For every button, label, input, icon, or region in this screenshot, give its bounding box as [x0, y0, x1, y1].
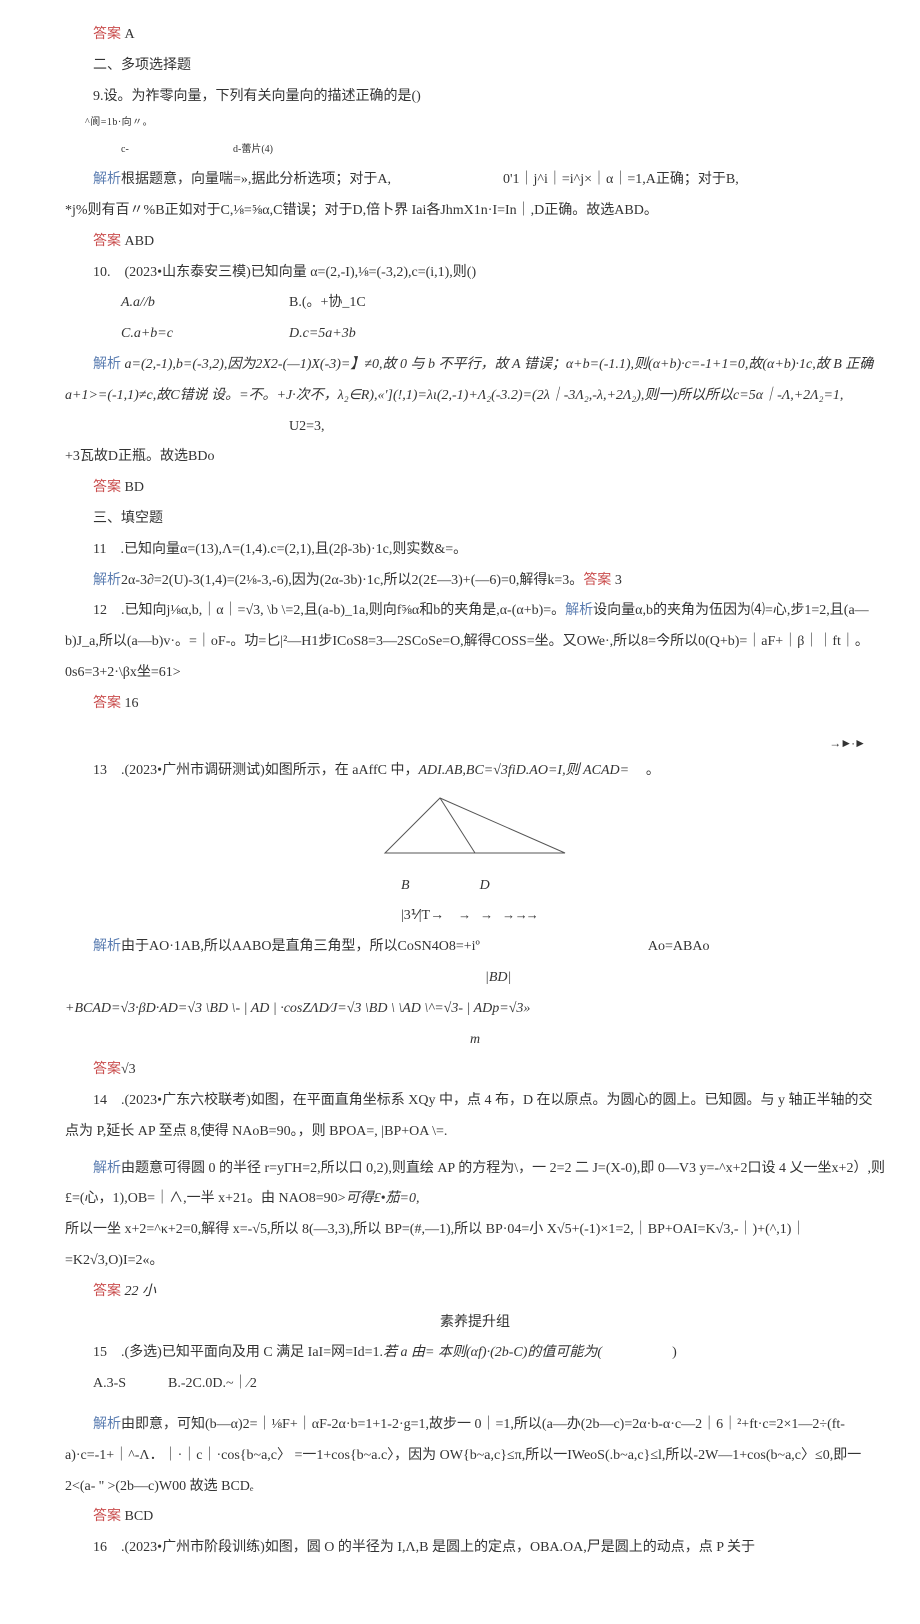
q14-mid: 可得£•茄=0, [346, 1191, 420, 1206]
section-heading: 二、多项选择题 [65, 51, 885, 82]
answer-label: 答案 [93, 480, 121, 495]
answer-label: 答案 [93, 27, 121, 42]
q15-stem-a: 15 .(多选)已知平面向及用 C 满足 IaI=网=Id=1. [93, 1345, 383, 1360]
answer-label: 答案 [583, 573, 611, 588]
jx-label: 解析 [565, 603, 593, 618]
q9-stem: 9.设。为祚零向量，下列有关向量向的描述正确的是() [65, 82, 885, 113]
q15-jx: 由即意，可知(b—α)2=｜⅛F+｜αF-2α·b=1+1-2·g=1,故步一 … [65, 1417, 861, 1494]
answer-text: BCD [125, 1509, 154, 1524]
q15-stem-c: ) [672, 1345, 677, 1360]
q9-jx3: *j%则有百〃%B正如对于C,⅛=⅝α,C错误；对于D,倍卜界 Iai各JhmX… [65, 196, 885, 227]
jx-label: 解析 [93, 357, 121, 372]
q15-stem-b: 若 a 由= 本则(αf)·(2b-C)的值可能为( [383, 1345, 602, 1360]
q9-optC: c- [93, 139, 233, 161]
fig-label-D: D [480, 878, 490, 893]
q14-jx1: 由题意可得圆 0 的半径 r=yΓH=2,所以口 0,2),则直绘 AP 的方程… [65, 1161, 885, 1207]
answer-text: 22 小 [125, 1284, 157, 1299]
q12-stem: 12 .已知向j⅛α,b,｜α｜=√3, \b \=2,且(a-b)_1a,则向… [93, 603, 565, 618]
answer-text: A [125, 27, 135, 42]
triangle-figure [65, 793, 885, 871]
q11-stem: 11 .已知向量α=(13),Λ=(1,4).c=(2,1),且(2β-3b)·… [65, 535, 885, 566]
answer-label: 答案 [93, 1509, 121, 1524]
answer-text: 16 [125, 696, 139, 711]
jx-label: 解析 [93, 1161, 121, 1176]
q9-jx2: 0'1｜j^i｜=i^j×｜α｜=1,A正确；对于B, [503, 172, 739, 187]
q16-stem: 16 .(2023•广州市阶段训练)如图，圆 O 的半径为 I,Λ,B 是圆上的… [93, 1540, 755, 1555]
answer-text: √3 [121, 1062, 136, 1077]
q14-jx2: 所以一坐 x+2=^κ+2=0,解得 x=-√5,所以 8(—3,3),所以 B… [65, 1215, 885, 1277]
answer-text: 3 [615, 573, 622, 588]
separator-arrows: →►·► [65, 730, 885, 756]
q13-jx2: +BCAD=√3·βD·AD=√3 \BD \- | AD | ·cosZΛD⁄… [65, 994, 885, 1025]
group-title: 素养提升组 [65, 1308, 885, 1339]
q9-jx1: 根据题意，向量喘=»,据此分析选项；对于A, [121, 172, 391, 187]
q13-jx1: 由于AO·1AB,所以AABO是直角三角型，所以CoSN4O8=+iº [121, 939, 480, 954]
q14-stem: 14 .(2023•广东六校联考)如图，在平面直角坐标系 XQy 中，点 4 布… [65, 1086, 885, 1148]
q10-optB: B.(。+协_1C [289, 295, 366, 310]
jx-label: 解析 [93, 573, 121, 588]
answer-text: BD [125, 480, 144, 495]
q13-stem-c: 。 [646, 763, 660, 778]
q10-jx: a=(2,-1),b=(-3,2),因为2X2-(—1)X(-3)=】≠0,故 … [65, 357, 873, 403]
answer-label: 答案 [93, 696, 121, 711]
jx-label: 解析 [93, 172, 121, 187]
answer-label: 答案 [93, 234, 121, 249]
fig-label-B: B [401, 878, 410, 893]
section-heading: 三、填空题 [65, 504, 885, 535]
q10-jxu: U2=3, [289, 419, 325, 434]
q10-jx2: +3瓦故D正瓶。故选BDo [65, 442, 885, 473]
q13-fracd: |BD| [65, 963, 885, 994]
q13-stem-a: 13 .(2023•广州市调研测试)如图所示，在 aAffC 中， [93, 763, 418, 778]
q15-opts: A.3-S B.-2C.0D.~｜⁄2 [65, 1369, 885, 1400]
answer-label: 答案 [93, 1284, 121, 1299]
q10-optD: D.c=5a+3b [289, 326, 356, 341]
q10-optC: C.a+b=c [93, 319, 289, 350]
q10-stem: 10. (2023•山东泰安三模)已知向量 α=(2,-I),⅛=(-3,2),… [65, 258, 885, 289]
q13-arrows: → → → →→ [458, 907, 537, 922]
jx-label: 解析 [93, 1417, 121, 1432]
q9-optA: ^阆=1b·向〃。 [65, 112, 885, 134]
q13-stem-b: ADI.AB,BC=√3fiD.AO=I,则 ACAD= [418, 763, 629, 778]
answer-label: 答案 [93, 1062, 121, 1077]
q13-m: m [65, 1025, 885, 1056]
q11-jx: 2α-3∂=2(U)-3(1,4)=(2⅛-3,-6),因为(2α-3b)·1c… [121, 573, 583, 588]
q13-aoabao: Ao=ABAo [648, 939, 710, 954]
q10-optA: A.a//b [93, 288, 289, 319]
q9-optD: d-蕾片(4) [233, 144, 273, 155]
answer-text: ABD [125, 234, 155, 249]
jx-label: 解析 [93, 939, 121, 954]
q13-frac: |3⅟|T→ [401, 908, 444, 923]
